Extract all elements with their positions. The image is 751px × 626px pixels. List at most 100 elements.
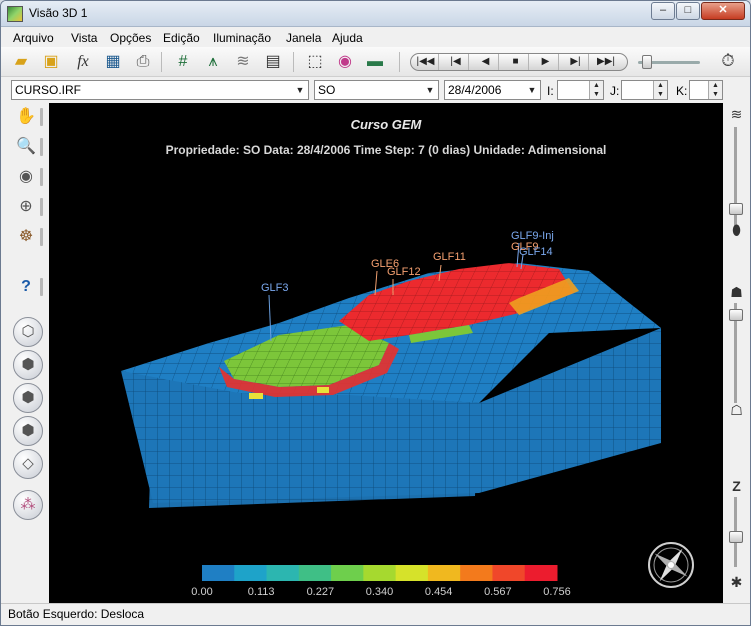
cube-view-1-icon[interactable]: ⬡ bbox=[13, 317, 43, 347]
j-label: J: bbox=[610, 84, 620, 98]
first-step-button[interactable]: |◀◀ bbox=[413, 54, 439, 70]
k-down-icon[interactable]: ▼ bbox=[708, 90, 722, 99]
pan-hand-icon[interactable]: ✋ bbox=[14, 105, 38, 129]
vertical-slider-thumb-3[interactable] bbox=[729, 531, 743, 543]
cells-icon[interactable]: ⁂ bbox=[13, 490, 43, 520]
open-icon[interactable]: ▰ bbox=[9, 50, 33, 74]
viewport-title: Curso GEM bbox=[351, 117, 423, 132]
minimize-button[interactable]: – bbox=[651, 2, 675, 20]
file-select-value: CURSO.IRF bbox=[15, 83, 81, 97]
fault-icon[interactable]: ▤ bbox=[261, 50, 285, 74]
j-stepper[interactable]: ▲ ▼ bbox=[621, 80, 668, 100]
k-up-icon[interactable]: ▲ bbox=[708, 81, 722, 90]
vertical-slider-thumb-2[interactable] bbox=[729, 309, 743, 321]
wheel-icon[interactable]: ☸ bbox=[14, 225, 38, 249]
layer-bottom-icon[interactable]: ⬮ bbox=[727, 221, 746, 239]
print-icon[interactable]: ⎙ bbox=[131, 50, 155, 74]
vertical-slider-thumb-1[interactable] bbox=[729, 203, 743, 215]
colorbar-swatch bbox=[524, 565, 558, 581]
colorbar-tick-label: 0.454 bbox=[425, 586, 453, 598]
3d-viewport[interactable]: Curso GEM Propriedade: SO Data: 28/4/200… bbox=[49, 103, 723, 603]
window-title: Visão 3D 1 bbox=[29, 6, 88, 20]
colorbar-swatch bbox=[363, 565, 397, 581]
timer-icon[interactable]: ⏱ bbox=[717, 51, 739, 73]
wave-icon[interactable]: ≋ bbox=[231, 50, 255, 74]
colorbar-swatch bbox=[427, 565, 461, 581]
color-wheel-icon[interactable]: ◉ bbox=[333, 50, 357, 74]
i-up-icon[interactable]: ▲ bbox=[589, 81, 603, 90]
view-tools-panel: ✋ 🔍 ◉ ⊕ ☸ ? ⬡ ⬢ ⬢ ⬢ ◇ ⁂ bbox=[1, 103, 49, 603]
z-scale-icon[interactable]: Z bbox=[727, 477, 746, 495]
rotate-eye-icon[interactable]: ◉ bbox=[14, 165, 38, 189]
status-bar: Botão Esquerdo: Desloca bbox=[1, 603, 750, 625]
play-backward-button[interactable]: ◀ bbox=[473, 54, 499, 70]
layers-icon[interactable]: ≋ bbox=[727, 105, 746, 123]
colorbar-tick-label: 0.567 bbox=[484, 586, 512, 598]
colorbar-tick-label: 0.756 bbox=[543, 586, 571, 598]
menu-vista[interactable]: Vista bbox=[71, 31, 97, 45]
date-select[interactable]: 28/4/2006 ▼ bbox=[444, 80, 541, 100]
cube-wireframe-icon[interactable]: ◇ bbox=[13, 449, 43, 479]
play-button[interactable]: ▶ bbox=[533, 54, 559, 70]
camera-icon[interactable]: ▬ bbox=[363, 50, 387, 74]
app-icon bbox=[7, 6, 23, 22]
colorbar-swatch bbox=[460, 565, 493, 581]
function-icon[interactable]: fx bbox=[71, 50, 95, 74]
menu-janela[interactable]: Janela bbox=[286, 31, 321, 45]
menu-ajuda[interactable]: Ajuda bbox=[332, 31, 363, 45]
chevron-down-icon: ▼ bbox=[527, 85, 537, 95]
speed-slider-thumb[interactable] bbox=[642, 55, 652, 69]
colorbar-tick-label: 0.227 bbox=[307, 586, 335, 598]
orbit-icon[interactable]: ⊕ bbox=[14, 195, 38, 219]
file-select[interactable]: CURSO.IRF ▼ bbox=[11, 80, 309, 100]
title-bar: Visão 3D 1 – □ ✕ bbox=[1, 1, 750, 27]
cube-view-4-icon[interactable]: ⬢ bbox=[13, 416, 43, 446]
light-bottom-icon[interactable]: ☖ bbox=[727, 401, 746, 419]
app-window: Visão 3D 1 – □ ✕ Arquivo Vista Opções Ed… bbox=[0, 0, 751, 626]
cube-view-2-icon[interactable]: ⬢ bbox=[13, 350, 43, 380]
menu-edicao[interactable]: Edição bbox=[163, 31, 200, 45]
colorbar-swatch bbox=[202, 565, 235, 581]
i-stepper[interactable]: ▲ ▼ bbox=[557, 80, 604, 100]
cube-view-3-icon[interactable]: ⬢ bbox=[13, 383, 43, 413]
colorbar-swatch bbox=[234, 565, 268, 581]
close-button[interactable]: ✕ bbox=[701, 2, 745, 20]
right-controls-panel: ≋ ⬮ ☗ ☖ Z ✱ bbox=[723, 103, 750, 603]
property-select[interactable]: SO ▼ bbox=[314, 80, 439, 100]
well-icon[interactable]: ⩚ bbox=[201, 50, 225, 74]
j-up-icon[interactable]: ▲ bbox=[653, 81, 667, 90]
zoom-icon[interactable]: 🔍 bbox=[14, 135, 38, 159]
save-icon[interactable]: ▦ bbox=[101, 50, 125, 74]
k-label: K: bbox=[676, 84, 688, 98]
next-step-button[interactable]: ▶| bbox=[563, 54, 589, 70]
viewport-subtitle: Propriedade: SO Data: 28/4/2006 Time Ste… bbox=[166, 143, 607, 157]
j-down-icon[interactable]: ▼ bbox=[653, 90, 667, 99]
colorbar bbox=[202, 565, 558, 581]
playback-controls: |◀◀ |◀ ◀ ■ ▶ ▶| ▶▶| bbox=[410, 53, 628, 71]
k-stepper[interactable]: ▲ ▼ bbox=[689, 80, 723, 100]
toolbar: ▰ ▣ fx ▦ ⎙ # ⩚ ≋ ▤ ⬚ ◉ ▬ |◀◀ |◀ ◀ ■ ▶ ▶|… bbox=[1, 47, 750, 77]
maximize-button[interactable]: □ bbox=[676, 2, 700, 20]
last-step-button[interactable]: ▶▶| bbox=[593, 54, 619, 70]
previous-step-button[interactable]: |◀ bbox=[443, 54, 469, 70]
colorbar-tick-label: 0.00 bbox=[191, 586, 212, 598]
menu-iluminacao[interactable]: Iluminação bbox=[213, 31, 271, 45]
i-down-icon[interactable]: ▼ bbox=[589, 90, 603, 99]
menu-opcoes[interactable]: Opções bbox=[110, 31, 151, 45]
compass-icon[interactable] bbox=[648, 542, 694, 588]
chevron-down-icon: ▼ bbox=[425, 85, 435, 95]
asterisk-icon[interactable]: ✱ bbox=[727, 573, 746, 591]
open-folder-icon[interactable]: ▣ bbox=[39, 50, 63, 74]
well-label-glf12: GLF12 bbox=[387, 266, 421, 278]
colorbar-swatch bbox=[492, 565, 526, 581]
status-text: Botão Esquerdo: Desloca bbox=[8, 607, 145, 621]
reservoir-3d-render: Curso GEM Propriedade: SO Data: 28/4/200… bbox=[121, 117, 694, 598]
select-box-icon[interactable]: ⬚ bbox=[303, 50, 327, 74]
stop-button[interactable]: ■ bbox=[503, 54, 529, 70]
colorbar-swatch bbox=[298, 565, 332, 581]
grid-icon[interactable]: # bbox=[171, 50, 195, 74]
menu-arquivo[interactable]: Arquivo bbox=[13, 31, 54, 45]
help-pointer-icon[interactable]: ? bbox=[14, 275, 38, 299]
light-icon[interactable]: ☗ bbox=[727, 283, 746, 301]
property-select-value: SO bbox=[318, 83, 336, 97]
